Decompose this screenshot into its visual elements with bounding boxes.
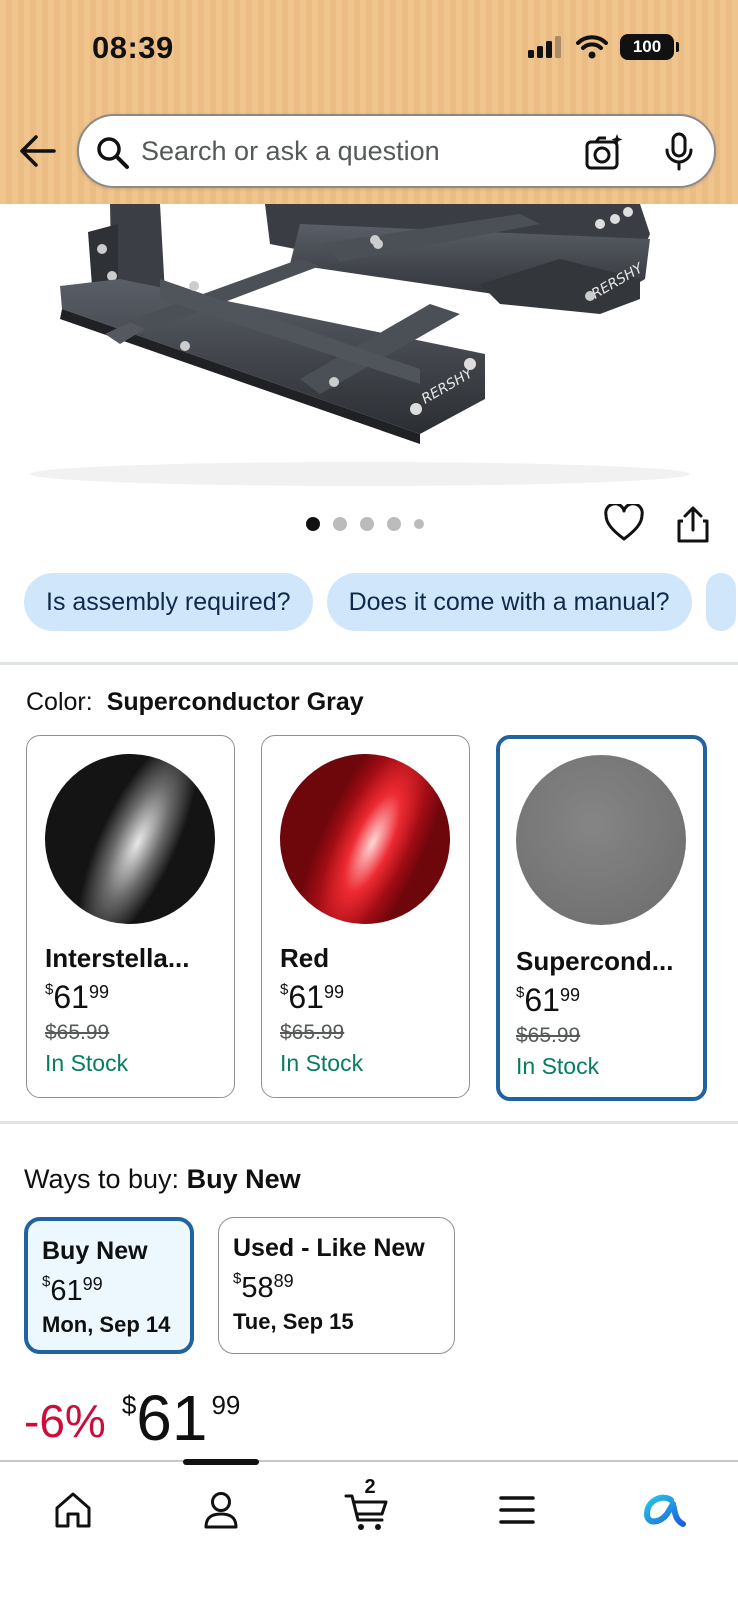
header: 08:39 100 [0,0,738,204]
buy-option-title: Used - Like New [233,1234,425,1262]
back-button[interactable] [18,133,58,169]
color-option-price: $6199 [516,982,580,1018]
main-price: -6% $ 61 99 [24,1378,240,1450]
status-icons: 100 [528,34,679,60]
camera-search-icon[interactable] [584,132,624,172]
color-option-list-price: $65.99 [45,1021,110,1044]
buy-option-new[interactable]: Buy New $6199 Mon, Sep 14 [24,1217,194,1354]
status-time: 08:39 [92,30,174,65]
home-icon [55,1492,91,1528]
nav-cart[interactable]: 2 [338,1476,398,1540]
buy-option-used-like-new[interactable]: Used - Like New $5889 Tue, Sep 15 [218,1217,455,1354]
search-icon [97,137,129,169]
price-whole: 61 [136,1382,208,1454]
buy-option-price: $6199 [42,1273,103,1307]
battery-indicator: 100 [620,34,679,60]
menu-icon [499,1496,535,1524]
buy-option-price: $5889 [233,1270,294,1304]
search-input[interactable] [141,130,541,172]
product-image[interactable]: RERSHY RERSHY [0,204,738,494]
nav-menu[interactable] [487,1480,547,1540]
color-label: Color: Superconductor Gray [26,688,364,717]
color-option-stock: In Stock [280,1050,364,1076]
arrow-left-icon [20,135,56,167]
color-option-interstellar[interactable]: Interstella... $6199 $65.99 In Stock [17,726,243,1098]
price-currency: $ [121,1390,137,1420]
color-swatch [252,726,478,952]
question-chip[interactable]: Is assembly required? [24,573,313,631]
buy-option-delivery-date: Mon, Sep 14 [42,1312,171,1337]
color-option-price: $6199 [45,979,109,1015]
pagination-dot[interactable] [360,517,374,531]
color-swatch [17,726,243,952]
active-tab-indicator [183,1459,259,1465]
question-chip-partial[interactable] [705,573,736,631]
selected-color-name: Superconductor Gray [106,688,364,716]
cart-count-badge: 2 [364,1476,376,1498]
person-icon [204,1492,238,1529]
color-option-name: Supercond... [516,946,674,976]
microphone-icon[interactable] [663,132,695,172]
color-option-list-price: $65.99 [516,1024,581,1047]
quick-question-chips: Is assembly required? Does it come with … [24,573,738,631]
color-label-text: Color: [26,688,93,716]
question-chip[interactable]: Does it come with a manual? [326,573,692,631]
price-cents: 99 [211,1390,241,1420]
color-swatch [516,755,686,925]
color-option-red[interactable]: Red $6199 $65.99 In Stock [252,726,478,1098]
pagination-dot[interactable] [414,519,424,529]
divider [0,662,738,665]
color-option-price: $6199 [280,979,344,1015]
ways-to-buy-selected: Buy New [186,1164,301,1194]
bottom-navigation: 2 [0,1459,738,1600]
search-bar[interactable] [77,114,716,188]
color-option-superconductor-gray[interactable]: Supercond... $6199 $65.99 In Stock [496,735,707,1101]
wifi-icon [576,35,608,59]
color-option-stock: In Stock [516,1053,600,1079]
image-pagination [306,517,424,531]
color-option-stock: In Stock [45,1050,129,1076]
share-icon[interactable] [675,506,711,544]
divider [0,1121,738,1124]
pagination-dot[interactable] [333,517,347,531]
color-option-list-price: $65.99 [280,1021,345,1044]
buy-option-delivery-date: Tue, Sep 15 [233,1309,354,1334]
ways-to-buy-label: Ways to buy: Buy New [24,1164,301,1194]
color-option-name: Interstella... [45,943,190,973]
signal-icon [528,36,561,58]
rufus-icon [644,1494,686,1527]
discount-percent: -6% [24,1395,106,1447]
heart-icon[interactable] [604,504,644,542]
nav-account[interactable] [191,1480,251,1540]
nav-rufus-assistant[interactable] [634,1480,694,1540]
buy-option-title: Buy New [42,1237,148,1265]
color-option-name: Red [280,943,330,973]
nav-home[interactable] [43,1480,103,1540]
pagination-dot[interactable] [387,517,401,531]
pagination-dot[interactable] [306,517,320,531]
